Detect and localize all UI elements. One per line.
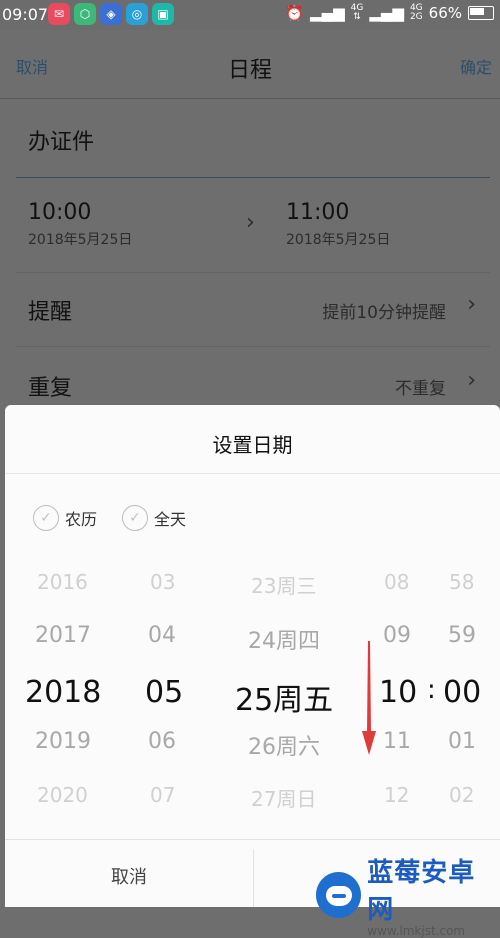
chevron-right-icon: ›	[246, 210, 255, 235]
year-option[interactable]: 2020	[37, 783, 88, 807]
month-option[interactable]: 06	[148, 729, 176, 754]
minute-option[interactable]: 58	[449, 570, 474, 594]
start-date: 2018年5月25日	[28, 232, 133, 248]
divider	[0, 98, 500, 99]
allday-label: 全天	[154, 510, 187, 529]
day-option[interactable]: 27周日	[251, 783, 316, 812]
end-date: 2018年5月25日	[286, 232, 391, 248]
event-title-input[interactable]: 办证件	[28, 124, 94, 156]
month-selected[interactable]: 05	[145, 675, 183, 710]
shield-app-icon: ◈	[100, 3, 122, 25]
time-separator: :	[427, 675, 436, 705]
status-bar: 09:07 ✉ ⬡ ◈ ◎ ▣ ⏰ ▂▄▆ 4G ⇅ ▂▄▆ 4G 2G 66%	[0, 0, 500, 30]
watermark-url: www.lmkjst.com	[367, 924, 466, 938]
input-underline	[16, 177, 490, 178]
start-time-block[interactable]: 10:00 2018年5月25日	[28, 200, 132, 249]
signal-icon-2: ▂▄▆	[369, 4, 404, 22]
divider	[16, 272, 490, 273]
camera-app-icon: ◎	[126, 3, 148, 25]
message-app-icon: ✉	[48, 3, 70, 25]
date-picker-dialog: 设置日期 ✓ 农历 ✓ 全天 2016 2017 2018 2019 2020 …	[5, 405, 500, 907]
month-option[interactable]: 04	[148, 623, 176, 648]
repeat-label: 重复	[28, 376, 73, 401]
day-option[interactable]: 23周三	[251, 570, 316, 599]
arrow-down-icon	[362, 641, 376, 755]
check-icon: ✓	[122, 505, 148, 531]
dialog-title: 设置日期	[212, 433, 293, 457]
start-time: 10:00	[28, 200, 92, 225]
reminder-value: 提前10分钟提醒	[322, 303, 446, 323]
lunar-checkbox[interactable]: ✓ 农历	[33, 505, 97, 531]
hour-option[interactable]: 12	[384, 783, 409, 807]
minute-option[interactable]: 01	[448, 729, 476, 754]
scanner-app-icon: ▣	[152, 3, 174, 25]
check-icon: ✓	[33, 505, 59, 531]
minute-option[interactable]: 02	[449, 783, 474, 807]
battery-icon	[468, 6, 494, 20]
repeat-row[interactable]: 重复 不重复 ›	[28, 364, 476, 404]
watermark-name: 蓝莓安卓网	[367, 858, 476, 925]
network-indicator: 4G ⇅	[350, 3, 364, 22]
dialog-cancel-button[interactable]: 取消	[5, 863, 253, 889]
network-indicator-2: 4G 2G	[409, 3, 423, 22]
repeat-value: 不重复	[395, 379, 446, 399]
header-confirm-button[interactable]: 确定	[460, 54, 492, 78]
lunar-label: 农历	[65, 510, 98, 529]
allday-checkbox[interactable]: ✓ 全天	[122, 505, 186, 531]
hour-option[interactable]: 09	[383, 623, 411, 648]
watermark-logo-icon	[316, 872, 362, 918]
end-time: 11:00	[286, 200, 350, 225]
minute-option[interactable]: 59	[448, 623, 476, 648]
divider	[16, 346, 490, 347]
hour-option[interactable]: 11	[383, 729, 411, 754]
year-option[interactable]: 2019	[35, 729, 91, 754]
month-option[interactable]: 07	[150, 783, 175, 807]
security-app-icon: ⬡	[74, 3, 96, 25]
reminder-row[interactable]: 提醒 提前10分钟提醒 ›	[28, 288, 476, 328]
year-option[interactable]: 2016	[37, 570, 88, 594]
watermark: 蓝莓安卓网 www.lmkjst.com	[316, 852, 500, 938]
day-option[interactable]: 26周六	[248, 729, 320, 761]
hour-option[interactable]: 08	[384, 570, 409, 594]
page-title: 日程	[227, 58, 272, 83]
year-selected[interactable]: 2018	[25, 675, 101, 710]
chevron-right-icon: ›	[467, 368, 476, 393]
status-time: 09:07	[2, 5, 49, 24]
day-selected[interactable]: 25周五	[235, 675, 333, 719]
month-option[interactable]: 03	[150, 570, 175, 594]
end-time-block[interactable]: 11:00 2018年5月25日	[286, 200, 390, 249]
divider	[5, 839, 500, 840]
year-option[interactable]: 2017	[35, 623, 91, 648]
top-bar: 取消 日程 确定	[0, 30, 500, 98]
chevron-right-icon: ›	[467, 292, 476, 317]
hour-selected[interactable]: 10	[379, 675, 417, 710]
reminder-label: 提醒	[28, 300, 73, 325]
divider	[5, 473, 500, 474]
minute-selected[interactable]: 00	[443, 675, 481, 710]
signal-icon: ▂▄▆	[310, 4, 345, 22]
divider	[253, 849, 254, 907]
battery-percent: 66%	[428, 4, 462, 22]
day-option[interactable]: 24周四	[248, 623, 320, 655]
alarm-icon: ⏰	[285, 4, 305, 22]
